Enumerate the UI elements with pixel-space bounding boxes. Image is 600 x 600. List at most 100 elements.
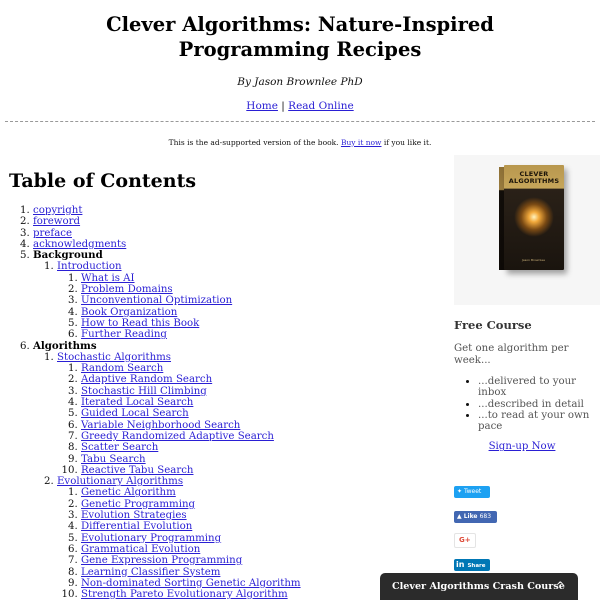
toc-algorithm-link[interactable]: Greedy Randomized Adaptive Search [81, 431, 274, 442]
toc-item: Genetic Programming [81, 499, 440, 510]
stochastic-items: Random SearchAdaptive Random SearchStoch… [57, 363, 440, 476]
toc-section-algorithms: Algorithms Stochastic Algorithms Random … [33, 339, 440, 600]
toc-item: Genetic Algorithm [81, 487, 440, 498]
toc-title: Table of Contents [9, 170, 197, 192]
toc-item: Scatter Search [81, 442, 440, 453]
toc-item: Stochastic Hill Climbing [81, 386, 440, 397]
toc-algorithm-link[interactable]: Gene Expression Programming [81, 555, 242, 566]
toc-algorithm-link[interactable]: Strength Pareto Evolutionary Algorithm [81, 589, 288, 600]
like-count: 683 [479, 513, 492, 520]
toc-item: Tabu Search [81, 454, 440, 465]
toc-section-link[interactable]: How to Read this Book [81, 318, 199, 329]
toc-algorithm-link[interactable]: Random Search [81, 363, 163, 374]
toc-item: foreword [33, 216, 440, 227]
toc-algorithm-link[interactable]: Evolutionary Programming [81, 533, 221, 544]
toc-item: Adaptive Random Search [81, 374, 440, 385]
toc-algorithm-link[interactable]: Grammatical Evolution [81, 544, 200, 555]
toc-link-copyright[interactable]: copyright [33, 205, 82, 216]
linkedin-share-button[interactable]: in Share [454, 559, 490, 571]
toc-algorithm-link[interactable]: Evolution Strategies [81, 510, 187, 521]
free-course-desc: Get one algorithm per week... [454, 343, 569, 366]
toc-item: Differential Evolution [81, 521, 440, 532]
toc-section-link[interactable]: What is AI [81, 273, 135, 284]
google-plus-icon: G+ [459, 536, 471, 544]
book-author: Jason Brownlee [522, 258, 545, 262]
ad-note-suffix: if you like it. [381, 138, 432, 147]
chevron-up-icon[interactable]: ^ [556, 573, 564, 600]
toc-algorithm-link[interactable]: Adaptive Random Search [81, 374, 212, 385]
toc-link-stochastic-algorithms[interactable]: Stochastic Algorithms [57, 352, 171, 363]
buy-it-now-link[interactable]: Buy it now [341, 138, 382, 147]
toc-item: Further Reading [81, 329, 440, 340]
toc-item: preface [33, 228, 440, 239]
toc-item: Guided Local Search [81, 408, 440, 419]
linkedin-icon: in [456, 560, 465, 569]
toc-section-link[interactable]: Unconventional Optimization [81, 295, 232, 306]
home-link[interactable]: Home [246, 100, 278, 112]
linkedin-label: Share [467, 563, 486, 569]
toc-item: copyright [33, 205, 440, 216]
free-course-box: Free Course Get one algorithm per week..… [454, 318, 600, 452]
crash-course-bar[interactable]: Clever Algorithms Crash Course ^ [380, 573, 578, 600]
tweet-button[interactable]: ✦ Tweet [454, 486, 490, 498]
toc-item: Evolutionary Programming [81, 533, 440, 544]
page-header: Clever Algorithms: Nature-Inspired Progr… [0, 0, 600, 147]
toc-algorithm-link[interactable]: Scatter Search [81, 442, 158, 453]
toc-item: What is AI [81, 273, 440, 284]
toc-item: Iterated Local Search [81, 397, 440, 408]
top-nav: Home | Read Online [0, 100, 600, 112]
toc-item: Reactive Tabu Search [81, 465, 440, 476]
toc-list: copyright foreword preface acknowledgmen… [0, 205, 440, 600]
toc-algorithm-link[interactable]: Guided Local Search [81, 408, 189, 419]
toc-algorithm-link[interactable]: Iterated Local Search [81, 397, 193, 408]
course-benefit: ...described in detail [478, 399, 600, 410]
book-title-line2: ALGORITHMS [508, 177, 560, 185]
toc-chapter: Introduction What is AIProblem DomainsUn… [57, 261, 440, 340]
ad-note: This is the ad-supported version of the … [0, 138, 600, 147]
toc-link-foreword[interactable]: foreword [33, 216, 80, 227]
toc-section-background: Background Introduction What is AIProble… [33, 249, 440, 341]
toc-link-preface[interactable]: preface [33, 228, 72, 239]
toc-item: Grammatical Evolution [81, 544, 440, 555]
book-cover-title: CLEVER ALGORITHMS [504, 171, 564, 185]
toc-item: Evolution Strategies [81, 510, 440, 521]
main-content: Table of Contents copyright foreword pre… [0, 150, 440, 600]
toc-algorithm-link[interactable]: Reactive Tabu Search [81, 465, 193, 476]
course-benefit: ...delivered to your inbox [478, 376, 600, 399]
thumbs-up-icon: ▲ [457, 513, 462, 520]
byline: By Jason Brownlee PhD [237, 76, 363, 88]
toc-algorithm-link[interactable]: Genetic Programming [81, 499, 195, 510]
toc-algorithm-link[interactable]: Differential Evolution [81, 521, 192, 532]
toc-algorithm-link[interactable]: Genetic Algorithm [81, 487, 176, 498]
book-cover-image[interactable]: CLEVER ALGORITHMS Jason Brownlee [504, 165, 564, 270]
facebook-like-button[interactable]: ▲ Like 683 [454, 511, 497, 523]
toc-algorithm-link[interactable]: Non-dominated Sorting Genetic Algorithm [81, 578, 301, 589]
toc-chapter: Stochastic Algorithms Random SearchAdapt… [57, 352, 440, 476]
toc-item: How to Read this Book [81, 318, 440, 329]
section-label: Algorithms [33, 339, 97, 352]
tweet-label: Tweet [463, 488, 482, 495]
toc-item: Book Organization [81, 307, 440, 318]
toc-section-link[interactable]: Problem Domains [81, 284, 173, 295]
toc-item: Variable Neighborhood Search [81, 420, 440, 431]
signup-now-link[interactable]: Sign-up Now [489, 441, 556, 452]
google-plus-button[interactable]: G+ [454, 533, 476, 548]
toc-link-evolutionary-algorithms[interactable]: Evolutionary Algorithms [57, 476, 183, 487]
toc-link-introduction[interactable]: Introduction [57, 261, 122, 272]
toc-item: Unconventional Optimization [81, 295, 440, 306]
algorithm-chapters: Stochastic Algorithms Random SearchAdapt… [33, 352, 440, 600]
like-label: Like [463, 513, 478, 520]
toc-algorithm-link[interactable]: Variable Neighborhood Search [81, 420, 240, 431]
toc-algorithm-link[interactable]: Tabu Search [81, 454, 146, 465]
toc-algorithm-link[interactable]: Stochastic Hill Climbing [81, 386, 207, 397]
page-title: Clever Algorithms: Nature-Inspired Progr… [106, 13, 494, 61]
course-benefit: ...to read at your own pace [478, 410, 600, 433]
toc-item: Greedy Randomized Adaptive Search [81, 431, 440, 442]
introduction-sections: What is AIProblem DomainsUnconventional … [57, 273, 440, 341]
toc-section-link[interactable]: Book Organization [81, 307, 177, 318]
section-label: Background [33, 249, 103, 262]
read-online-link[interactable]: Read Online [288, 100, 354, 112]
toc-algorithm-link[interactable]: Learning Classifier System [81, 567, 220, 578]
crash-course-label: Clever Algorithms Crash Course [392, 581, 565, 592]
toc-item: Problem Domains [81, 284, 440, 295]
